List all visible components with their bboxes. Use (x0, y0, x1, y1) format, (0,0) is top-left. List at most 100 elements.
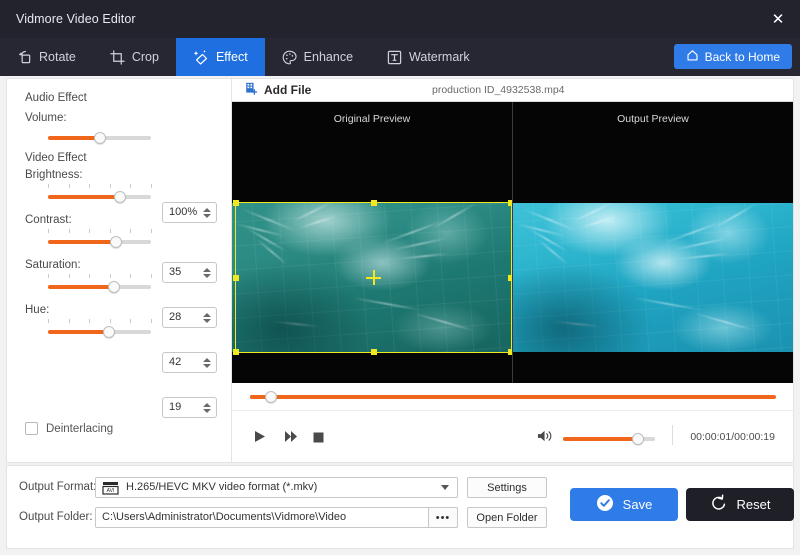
tab-rotate-label: Rotate (39, 50, 76, 64)
contrast-slider-thumb[interactable] (110, 236, 122, 248)
title-bar: Vidmore Video Editor ✕ (0, 0, 800, 38)
handle-bottom-left[interactable] (233, 349, 239, 355)
undo-icon (710, 494, 728, 515)
back-to-home-button[interactable]: Back to Home (674, 44, 792, 69)
hue-label: Hue: (25, 304, 49, 316)
contrast-spinner-arrows[interactable] (202, 310, 211, 326)
saturation-spinner-arrows[interactable] (202, 355, 211, 371)
brightness-slider-thumb[interactable] (114, 191, 126, 203)
volume-slider-fill (48, 136, 100, 140)
contrast-slider-fill (48, 240, 116, 244)
browse-folder-button[interactable]: ••• (428, 507, 458, 528)
contrast-slider-ticks (48, 229, 151, 234)
save-button-label: Save (623, 497, 653, 512)
tab-crop[interactable]: Crop (93, 38, 176, 76)
effect-selection-box[interactable] (235, 202, 512, 353)
play-icon[interactable] (254, 430, 266, 448)
playback-controls: 00:00:01/00:00:19 (232, 411, 793, 462)
volume-value: 100% (169, 206, 197, 218)
tab-enhance[interactable]: Enhance (265, 38, 370, 76)
tab-effect[interactable]: Effect (176, 38, 265, 76)
contrast-slider[interactable] (48, 234, 151, 250)
preview-stage: Original Preview (232, 102, 793, 383)
stop-icon[interactable] (313, 430, 324, 448)
add-file-label: Add File (264, 83, 311, 97)
fast-forward-icon[interactable] (284, 430, 298, 448)
enhance-icon (282, 50, 297, 65)
tab-bar: Rotate Crop Effect (0, 38, 800, 76)
hue-slider[interactable] (48, 324, 151, 340)
handle-middle-left[interactable] (233, 275, 239, 281)
preview-panel: Add File production ID_4932538.mp4 Origi… (231, 78, 794, 463)
save-button[interactable]: Save (570, 488, 678, 521)
hue-slider-thumb[interactable] (103, 326, 115, 338)
hue-value-spinner[interactable]: 19 (162, 397, 217, 418)
current-file-name: production ID_4932538.mp4 (432, 84, 565, 96)
contrast-value-spinner[interactable]: 28 (162, 307, 217, 328)
close-icon[interactable]: ✕ (766, 8, 790, 30)
reset-button-label: Reset (737, 497, 771, 512)
hue-slider-ticks (48, 319, 151, 324)
handle-top-center[interactable] (371, 200, 377, 206)
tab-watermark[interactable]: Watermark (370, 38, 487, 76)
output-folder-input[interactable]: C:\Users\Administrator\Documents\Vidmore… (95, 507, 458, 528)
volume-control[interactable] (537, 429, 655, 448)
handle-top-right[interactable] (508, 200, 512, 206)
handle-bottom-center[interactable] (371, 349, 377, 355)
svg-text:AVI: AVI (107, 488, 115, 494)
player-volume-slider[interactable] (563, 431, 655, 447)
brightness-spinner-arrows[interactable] (202, 265, 211, 281)
contrast-label: Contrast: (25, 214, 72, 226)
add-file-icon (245, 82, 258, 98)
output-video-shadow (513, 262, 653, 352)
tab-enhance-label: Enhance (304, 50, 353, 64)
add-file-bar: Add File production ID_4932538.mp4 (232, 79, 793, 102)
crop-icon (110, 50, 125, 65)
saturation-slider[interactable] (48, 279, 151, 295)
rotate-icon (17, 50, 32, 65)
app-title: Vidmore Video Editor (16, 12, 136, 26)
brightness-slider-fill (48, 195, 120, 199)
home-icon (686, 49, 699, 65)
crosshair-icon (366, 270, 381, 285)
open-folder-button[interactable]: Open Folder (467, 507, 547, 528)
handle-middle-right[interactable] (508, 275, 512, 281)
handle-bottom-right[interactable] (508, 349, 512, 355)
chevron-down-icon[interactable] (441, 485, 449, 490)
add-file-button[interactable]: Add File (245, 82, 311, 98)
watermark-icon (387, 50, 402, 65)
output-preview-title: Output Preview (513, 113, 793, 125)
saturation-slider-thumb[interactable] (108, 281, 120, 293)
volume-slider-thumb[interactable] (94, 132, 106, 144)
saturation-value-spinner[interactable]: 42 (162, 352, 217, 373)
output-preview-pane[interactable]: Output Preview (513, 102, 793, 383)
check-circle-icon (596, 494, 614, 515)
deinterlacing-label: Deinterlacing (46, 423, 113, 435)
hue-spinner-arrows[interactable] (202, 400, 211, 416)
output-format-select[interactable]: AVI H.265/HEVC MKV video format (*.mkv) (95, 477, 458, 498)
audio-effect-group-title: Audio Effect (25, 92, 87, 104)
settings-button[interactable]: Settings (467, 477, 547, 498)
deinterlacing-checkbox[interactable] (25, 422, 38, 435)
timeline-thumb[interactable] (265, 391, 277, 403)
settings-button-label: Settings (487, 482, 527, 494)
tab-watermark-label: Watermark (409, 50, 470, 64)
output-folder-label: Output Folder: (19, 511, 93, 523)
output-format-value: H.265/HEVC MKV video format (*.mkv) (126, 481, 317, 493)
brightness-value-spinner[interactable]: 35 (162, 262, 217, 283)
volume-value-spinner[interactable]: 100% (162, 202, 217, 223)
tab-rotate[interactable]: Rotate (0, 38, 93, 76)
volume-spinner-arrows[interactable] (202, 205, 211, 221)
open-folder-label: Open Folder (476, 512, 537, 524)
volume-slider[interactable] (48, 130, 151, 146)
reset-button[interactable]: Reset (686, 488, 794, 521)
timeline-slider[interactable] (250, 389, 776, 405)
player-volume-thumb[interactable] (632, 433, 644, 445)
brightness-slider[interactable] (48, 189, 151, 205)
original-preview-pane[interactable]: Original Preview (232, 102, 512, 383)
browse-folder-label: ••• (436, 512, 451, 524)
deinterlacing-checkbox-row[interactable]: Deinterlacing (25, 422, 113, 435)
handle-top-left[interactable] (233, 200, 239, 206)
output-preview-video (513, 203, 793, 352)
speaker-icon[interactable] (537, 429, 554, 448)
